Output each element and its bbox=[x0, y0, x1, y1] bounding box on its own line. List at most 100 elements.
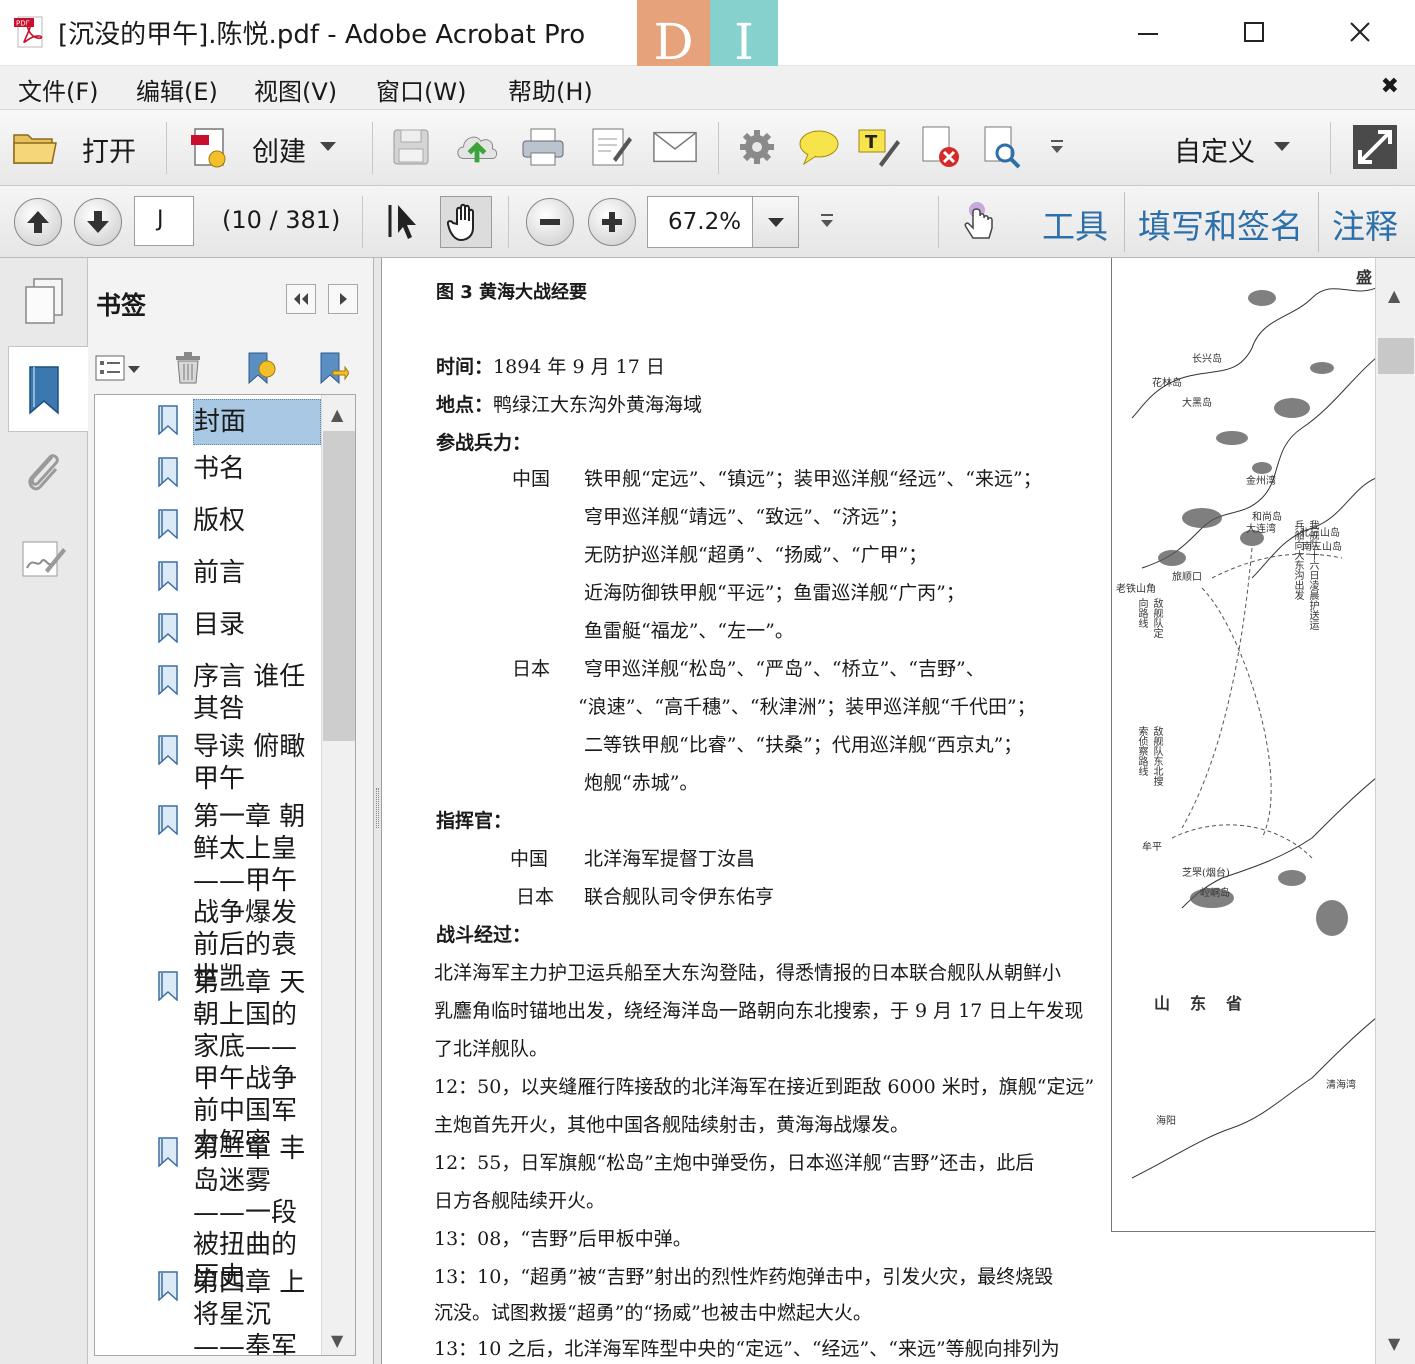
bookmark-icon bbox=[158, 1137, 178, 1167]
trash-icon[interactable] bbox=[168, 350, 208, 386]
bookmark-item[interactable]: 书名 bbox=[95, 451, 325, 491]
bookmark-item[interactable]: 前言 bbox=[95, 555, 325, 595]
map-place-label: 金州湾 bbox=[1246, 476, 1276, 487]
collapse-panel-button[interactable] bbox=[286, 284, 316, 314]
zoom-out-button[interactable] bbox=[526, 198, 574, 246]
arrow-up-icon bbox=[27, 211, 49, 233]
toolbar-separator bbox=[938, 196, 939, 248]
place-value: 鸭绿江大东沟外黄海海域 bbox=[493, 394, 703, 416]
bookmark-item[interactable]: 第一章 朝鲜太上皇——甲午战争爆发前后的袁世凯 bbox=[95, 799, 325, 992]
map-place-label: 海阳 bbox=[1156, 1116, 1176, 1127]
save-icon[interactable] bbox=[388, 124, 434, 170]
select-tool-icon[interactable] bbox=[380, 198, 426, 244]
zoom-in-button[interactable] bbox=[588, 198, 636, 246]
menu-view[interactable]: 视图(V) bbox=[254, 72, 337, 107]
minimize-button[interactable] bbox=[1126, 12, 1170, 52]
create-pdf-icon[interactable] bbox=[186, 124, 232, 170]
document-scrollbar[interactable]: ▲ ▼ bbox=[1375, 258, 1415, 1364]
close-button[interactable] bbox=[1338, 12, 1382, 52]
document-scroll-thumb[interactable] bbox=[1378, 338, 1414, 374]
page-thumbnails-icon[interactable] bbox=[8, 262, 80, 342]
edit-icon[interactable] bbox=[588, 124, 634, 170]
cloud-upload-icon[interactable] bbox=[454, 124, 500, 170]
bookmark-item[interactable]: 第四章 上将星沉——奉军将领左 bbox=[95, 1265, 325, 1355]
bookmark-list: 封面 书名 版权 前言 目录 序言 谁任其咎 导读 俯瞰甲午 第一章 朝鲜太上皇… bbox=[94, 394, 356, 1356]
bookmark-item[interactable]: 封面 bbox=[95, 399, 325, 445]
bookmark-item[interactable]: 第三章 丰岛迷雾——一段被扭曲的历史 bbox=[95, 1131, 325, 1292]
zoom-select[interactable]: 67.2% bbox=[647, 196, 799, 248]
attachment-icon[interactable] bbox=[8, 434, 80, 514]
fill-sign-panel-link[interactable]: 填写和签名 bbox=[1138, 200, 1303, 248]
more-icon[interactable] bbox=[1034, 124, 1080, 170]
map-route-label: 敌舰队定向路线 bbox=[1136, 598, 1162, 638]
mail-icon[interactable] bbox=[652, 124, 698, 170]
scroll-up-icon[interactable]: ▲ bbox=[1388, 286, 1400, 305]
battle-map: 盛 长兴岛 花林岛 大黑岛 金州湾 和尚岛 大连湾 北三山岛 南三山岛 旅顺口 … bbox=[1111, 258, 1375, 1232]
bookmark-item[interactable]: 导读 俯瞰甲午 bbox=[95, 729, 325, 795]
page-count: (10 / 381) bbox=[222, 206, 341, 234]
customize-button[interactable]: 自定义 bbox=[1174, 130, 1255, 169]
search-doc-icon[interactable] bbox=[980, 124, 1026, 170]
highlight-icon[interactable]: T bbox=[856, 124, 902, 170]
expand-panel-button[interactable] bbox=[328, 284, 358, 314]
chevron-down-icon bbox=[768, 218, 784, 227]
title-bar: PDF [沉没的甲午].陈悦.pdf - Adobe Acrobat Pro D… bbox=[0, 0, 1415, 84]
japan-line: 炮舰“赤城”。 bbox=[584, 772, 699, 794]
bookmark-label: 前言 bbox=[193, 558, 246, 588]
map-place-label: 芝罘(烟台) bbox=[1182, 868, 1230, 879]
document-view: 图 3 黄海大战经要 时间：1894 年 9 月 17 日 地点：鸭绿江大东沟外… bbox=[382, 258, 1375, 1364]
new-bookmark-icon[interactable] bbox=[240, 350, 280, 386]
bookmark-item[interactable]: 第二章 天朝上国的家底——甲午战争前中国军力解密 bbox=[95, 965, 325, 1158]
bookmark-action-icon[interactable] bbox=[312, 350, 352, 386]
splitter-grip[interactable] bbox=[376, 788, 379, 828]
touch-mode-icon[interactable] bbox=[956, 198, 1002, 244]
comment-icon[interactable] bbox=[796, 124, 842, 170]
comment-panel-link[interactable]: 注释 bbox=[1332, 200, 1398, 248]
hand-tool-icon[interactable] bbox=[440, 196, 492, 248]
body-line: 13：08，“吉野”后甲板中弹。 bbox=[434, 1228, 692, 1250]
map-route-label: 我舰队十六日凌晨护送运兵船向大东沟出发 bbox=[1292, 520, 1318, 630]
bookmark-panel-icon[interactable] bbox=[8, 350, 80, 430]
menu-file[interactable]: 文件(F) bbox=[18, 72, 99, 107]
next-page-button[interactable] bbox=[74, 198, 122, 246]
create-button[interactable]: 创建 bbox=[252, 130, 306, 169]
menu-window[interactable]: 窗口(W) bbox=[376, 72, 466, 107]
maximize-button[interactable] bbox=[1232, 12, 1276, 52]
figure-heading: 图 3 黄海大战经要 bbox=[436, 282, 588, 303]
customize-dropdown-caret[interactable] bbox=[1274, 142, 1290, 151]
chevron-right-icon bbox=[340, 293, 347, 305]
options-menu-icon[interactable] bbox=[94, 350, 144, 386]
panel-splitter[interactable] bbox=[374, 258, 382, 1364]
bookmark-item[interactable]: 版权 bbox=[95, 503, 325, 543]
place-label: 地点： bbox=[436, 394, 494, 416]
page-number-input[interactable]: J bbox=[134, 196, 194, 246]
bookmark-label: 版权 bbox=[193, 506, 246, 536]
previous-page-button[interactable] bbox=[14, 198, 62, 246]
bookmark-item[interactable]: 目录 bbox=[95, 607, 325, 647]
zoom-dropdown-button[interactable] bbox=[752, 197, 798, 247]
bookmark-item[interactable]: 序言 谁任其咎 bbox=[95, 659, 325, 725]
signature-icon[interactable] bbox=[8, 520, 80, 600]
create-dropdown-caret[interactable] bbox=[320, 142, 336, 151]
expand-icon[interactable] bbox=[1352, 124, 1398, 170]
folder-icon[interactable] bbox=[12, 124, 58, 170]
open-button[interactable]: 打开 bbox=[82, 130, 136, 169]
scroll-down-icon[interactable]: ▼ bbox=[331, 1331, 343, 1350]
commander-china-value: 北洋海军提督丁汝昌 bbox=[584, 848, 756, 870]
scroll-down-icon[interactable]: ▼ bbox=[1388, 1334, 1400, 1353]
gear-icon[interactable] bbox=[734, 124, 780, 170]
tools-panel-link[interactable]: 工具 bbox=[1042, 200, 1108, 248]
japan-line: 穹甲巡洋舰“松岛”、“严岛”、“桥立”、“吉野”、 bbox=[584, 658, 985, 680]
menu-help[interactable]: 帮助(H) bbox=[508, 72, 593, 107]
body-line: 12：55，日军旗舰“松岛”主炮中弹受伤，日本巡洋舰“吉野”还击，此后 bbox=[434, 1152, 1035, 1174]
japan-line: 二等铁甲舰“比睿”、“扶桑”；代用巡洋舰“西京丸”； bbox=[584, 734, 1023, 756]
bookmark-scroll-thumb[interactable] bbox=[323, 431, 355, 741]
maximize-icon bbox=[1244, 22, 1264, 42]
print-icon[interactable] bbox=[520, 124, 566, 170]
more-icon[interactable] bbox=[804, 198, 850, 244]
close-document-icon[interactable]: ✖ bbox=[1381, 74, 1399, 99]
menu-edit[interactable]: 编辑(E) bbox=[136, 72, 218, 107]
bookmark-scrollbar[interactable]: ▲ ▼ bbox=[321, 395, 355, 1355]
delete-page-icon[interactable] bbox=[918, 124, 964, 170]
scroll-up-icon[interactable]: ▲ bbox=[331, 405, 343, 424]
